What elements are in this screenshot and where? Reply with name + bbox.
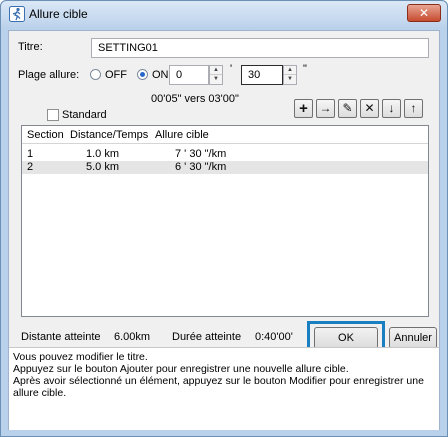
radio-on[interactable] — [137, 69, 148, 80]
help-line-1: Vous pouvez modifier le titre. — [13, 351, 148, 363]
distance-reached-value: 6.00km — [114, 331, 151, 343]
runner-app-icon — [9, 6, 25, 22]
cancel-button[interactable]: Annuler — [389, 327, 437, 349]
standard-label: Standard — [62, 109, 107, 121]
arrow-down-icon: ↓ — [388, 101, 395, 115]
column-header-section[interactable]: Section — [27, 129, 64, 141]
cell-section: 2 — [27, 161, 34, 173]
title-label: Titre: — [18, 41, 43, 53]
section-list[interactable]: Section Distance/Temps Allure cible 1 1.… — [21, 125, 429, 317]
seconds-spinner[interactable]: ▲ ▼ — [283, 65, 297, 85]
list-header: Section Distance/Temps Allure cible — [22, 126, 428, 144]
spin-down-icon[interactable]: ▼ — [284, 75, 296, 84]
column-header-distance[interactable]: Distance/Temps — [70, 129, 148, 141]
move-down-button[interactable]: ↓ — [382, 99, 401, 118]
radio-off-label: OFF — [105, 69, 127, 81]
plus-icon: + — [299, 100, 308, 117]
arrow-right-icon: → — [319, 101, 332, 115]
cell-distance: 1.0 km — [86, 148, 120, 160]
pace-range-label: Plage allure: — [18, 69, 80, 81]
window-title: Allure cible — [29, 7, 88, 21]
radio-on-label: ON — [152, 69, 169, 81]
delete-x-icon: ✕ — [364, 101, 375, 115]
delete-button[interactable]: ✕ — [360, 99, 379, 118]
move-up-button[interactable]: ↑ — [404, 99, 423, 118]
add-button[interactable]: + — [294, 99, 313, 118]
table-row[interactable]: 1 1.0 km 7 ' 30 "/km — [22, 148, 428, 161]
distance-reached-label: Distante atteinte — [21, 331, 101, 343]
help-line-3: Après avoir sélectionné un élément, appu… — [13, 375, 424, 399]
spin-up-icon[interactable]: ▲ — [210, 66, 222, 75]
cell-section: 1 — [27, 148, 34, 160]
spin-up-icon[interactable]: ▲ — [284, 66, 296, 75]
help-line-2: Appuyez sur le bouton Ajouter pour enreg… — [13, 363, 349, 375]
close-button[interactable]: ✕ — [407, 4, 441, 22]
ok-button[interactable]: OK — [314, 327, 378, 349]
table-row[interactable]: 2 5.0 km 6 ' 30 "/km — [22, 161, 428, 174]
radio-off[interactable] — [90, 69, 101, 80]
dialog-window: Allure cible ✕ Titre: SETTING01 Plage al… — [0, 0, 448, 437]
column-header-pace[interactable]: Allure cible — [155, 129, 209, 141]
spin-down-icon[interactable]: ▼ — [210, 75, 222, 84]
standard-checkbox[interactable] — [47, 109, 59, 121]
minutes-input[interactable]: 0 — [169, 65, 209, 85]
cell-pace: 7 ' 30 "/km — [175, 148, 227, 160]
minutes-unit: ' — [230, 63, 233, 75]
edit-button[interactable]: ✎ — [338, 99, 357, 118]
help-panel: Vous pouvez modifier le titre. Appuyez s… — [9, 347, 439, 430]
range-text: 00'05" vers 03'00" — [151, 93, 239, 105]
duration-reached-label: Durée atteinte — [172, 331, 242, 343]
title-bar[interactable]: Allure cible ✕ — [1, 1, 447, 27]
seconds-unit: " — [303, 63, 307, 75]
arrow-up-icon: ↑ — [410, 101, 417, 115]
pencil-icon: ✎ — [342, 101, 353, 115]
duration-reached-value: 0:40'00' — [255, 331, 293, 343]
dialog-content: Titre: SETTING01 Plage allure: OFF ON 0 … — [8, 30, 440, 430]
cell-distance: 5.0 km — [86, 161, 120, 173]
close-icon: ✕ — [418, 6, 430, 20]
title-input[interactable]: SETTING01 — [91, 38, 429, 58]
minutes-spinner[interactable]: ▲ ▼ — [209, 65, 223, 85]
cell-pace: 6 ' 30 "/km — [175, 161, 227, 173]
insert-button[interactable]: → — [316, 99, 335, 118]
seconds-input[interactable]: 30 — [241, 65, 283, 85]
